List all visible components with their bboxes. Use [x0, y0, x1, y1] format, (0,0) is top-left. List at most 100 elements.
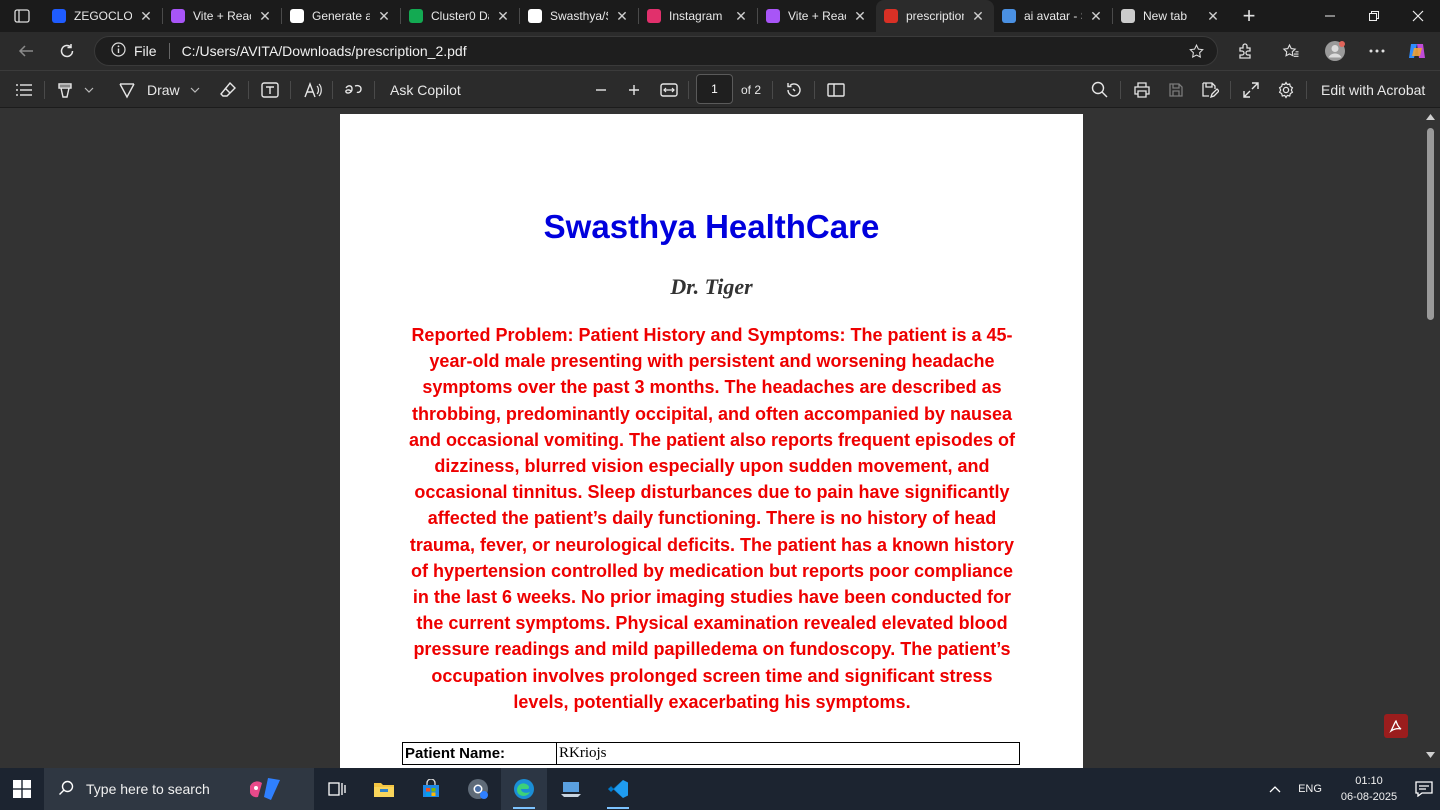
scroll-up-icon[interactable]	[1426, 114, 1435, 120]
minimize-icon[interactable]	[1308, 0, 1352, 32]
file-explorer-icon[interactable]	[361, 768, 407, 810]
browser-tab[interactable]: Vite + React ✕	[163, 0, 281, 32]
url-text[interactable]: C:/Users/AVITA/Downloads/prescription_2.…	[182, 43, 467, 59]
instagram-icon	[647, 9, 661, 23]
favorites-icon[interactable]	[1276, 36, 1306, 66]
pdf-toolbar: Draw Ask Copilot 1 of 2 Edit with Acroba…	[0, 70, 1440, 108]
toolbar-divider	[814, 81, 815, 99]
scrollbar-thumb[interactable]	[1427, 128, 1434, 320]
close-tab-icon[interactable]: ✕	[1088, 8, 1104, 25]
scroll-down-icon[interactable]	[1426, 752, 1435, 758]
page-view-icon[interactable]	[827, 71, 845, 108]
close-tab-icon[interactable]: ✕	[733, 8, 749, 25]
tab-title: Vite + React	[788, 9, 846, 23]
clock-date: 06-08-2025	[1340, 791, 1398, 803]
search-icon	[1002, 9, 1016, 23]
settings-gear-icon[interactable]	[1277, 71, 1295, 108]
save-icon[interactable]	[1168, 71, 1184, 108]
new-tab-button[interactable]: +	[1229, 0, 1269, 32]
search-icon	[58, 780, 74, 799]
toolbar-divider	[332, 81, 333, 99]
windows-start-icon[interactable]	[0, 768, 44, 810]
site-info-icon[interactable]	[111, 42, 126, 60]
tab-title: Vite + React	[193, 9, 251, 23]
copilot-icon[interactable]	[1402, 36, 1432, 66]
edge-icon[interactable]	[501, 768, 547, 810]
notification-icon[interactable]	[1408, 781, 1440, 797]
language-indicator[interactable]: ENG	[1290, 783, 1330, 795]
save-as-icon[interactable]	[1201, 71, 1219, 108]
favorite-star-icon[interactable]	[1188, 43, 1205, 63]
page-number-input[interactable]: 1	[696, 74, 733, 104]
back-button[interactable]	[11, 36, 41, 66]
toolbar-divider	[44, 81, 45, 99]
search-highlight-icon[interactable]	[240, 768, 286, 810]
read-aloud-icon[interactable]	[304, 71, 322, 108]
browser-tab[interactable]: ZEGOCLOUD ✕	[44, 0, 162, 32]
edit-with-acrobat-button[interactable]: Edit with Acrobat	[1321, 71, 1425, 108]
openai-icon	[290, 9, 304, 23]
close-tab-icon[interactable]: ✕	[970, 8, 986, 25]
newtab-icon	[1121, 9, 1135, 23]
toolbar-divider	[688, 81, 689, 99]
tab-title: ai avatar - Se	[1024, 9, 1082, 23]
browser-tab[interactable]: prescription_ ✕	[876, 0, 994, 32]
chevron-up-icon[interactable]	[1260, 785, 1290, 793]
tab-strip: ZEGOCLOUD✕Vite + React✕Generate a l✕Clus…	[0, 0, 1440, 32]
fit-width-icon[interactable]	[660, 71, 678, 108]
patient-info-table: Patient Name: RKriojs	[402, 742, 1020, 765]
url-scheme-label: File	[134, 43, 157, 59]
highlight-icon[interactable]	[56, 71, 74, 108]
more-menu-icon[interactable]	[1362, 36, 1392, 66]
browser-tab[interactable]: Vite + React ✕	[758, 0, 876, 32]
ask-copilot-button[interactable]: Ask Copilot	[390, 71, 461, 108]
rotate-icon[interactable]	[785, 71, 803, 108]
tab-title: Instagram	[669, 9, 723, 23]
clock[interactable]: 01:10 06-08-2025	[1330, 773, 1408, 805]
browser-tab[interactable]: Generate a l ✕	[282, 0, 400, 32]
close-tab-icon[interactable]: ✕	[614, 8, 630, 25]
vscode-icon[interactable]	[595, 768, 641, 810]
browser-tab[interactable]: ai avatar - Se ✕	[994, 0, 1112, 32]
print-icon[interactable]	[1133, 71, 1151, 108]
microsoft-store-icon[interactable]	[408, 768, 454, 810]
zoom-out-icon[interactable]	[594, 71, 608, 108]
draw-button[interactable]: Draw	[147, 71, 180, 108]
refresh-button[interactable]	[52, 36, 82, 66]
extensions-icon[interactable]	[1230, 36, 1260, 66]
terminal-app-icon[interactable]	[548, 768, 594, 810]
draw-icon[interactable]	[118, 71, 136, 108]
find-icon[interactable]	[1091, 71, 1108, 108]
contents-icon[interactable]	[15, 71, 33, 108]
close-window-icon[interactable]	[1396, 0, 1440, 32]
translate-icon[interactable]	[344, 71, 364, 108]
toolbar-divider	[772, 81, 773, 99]
close-tab-icon[interactable]: ✕	[495, 8, 511, 25]
close-tab-icon[interactable]: ✕	[257, 8, 273, 25]
zoom-in-icon[interactable]	[627, 71, 641, 108]
close-tab-icon[interactable]: ✕	[852, 8, 868, 25]
close-tab-icon[interactable]: ✕	[1205, 8, 1221, 25]
address-bar[interactable]: File C:/Users/AVITA/Downloads/prescripti…	[94, 36, 1218, 66]
text-box-icon[interactable]	[261, 71, 279, 108]
pdf-viewer[interactable]: Swasthya HealthCare Dr. Tiger Reported P…	[0, 108, 1440, 768]
restore-icon[interactable]	[1352, 0, 1396, 32]
eraser-icon[interactable]	[219, 71, 237, 108]
highlight-dropdown-icon[interactable]	[84, 71, 94, 108]
browser-tab[interactable]: Cluster0 Dat ✕	[401, 0, 519, 32]
acrobat-icon[interactable]	[1384, 714, 1408, 738]
pdf-icon	[884, 9, 898, 23]
toolbar-divider	[1306, 81, 1307, 99]
close-tab-icon[interactable]: ✕	[138, 8, 154, 25]
close-tab-icon[interactable]: ✕	[376, 8, 392, 25]
vertical-scrollbar[interactable]	[1420, 108, 1440, 768]
chrome-icon[interactable]	[455, 768, 501, 810]
browser-tab[interactable]: Swasthya/Sw ✕	[520, 0, 638, 32]
tab-actions-menu-icon[interactable]	[0, 0, 44, 32]
browser-tab[interactable]: New tab ✕	[1113, 0, 1229, 32]
profile-avatar[interactable]	[1320, 36, 1350, 66]
task-view-icon[interactable]	[314, 768, 360, 810]
draw-dropdown-icon[interactable]	[190, 71, 200, 108]
browser-tab[interactable]: Instagram ✕	[639, 0, 757, 32]
fullscreen-icon[interactable]	[1243, 71, 1259, 108]
